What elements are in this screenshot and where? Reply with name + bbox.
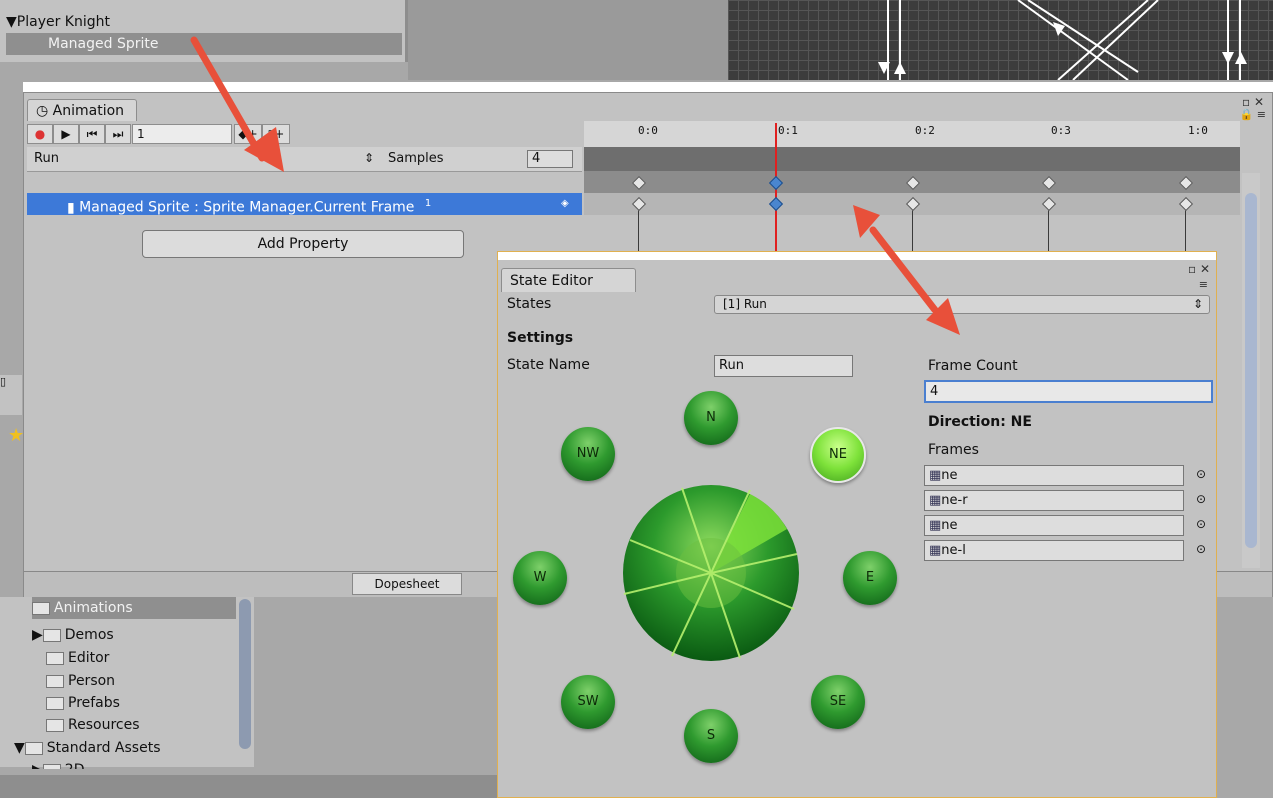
- annotation-arrows: [190, 36, 960, 335]
